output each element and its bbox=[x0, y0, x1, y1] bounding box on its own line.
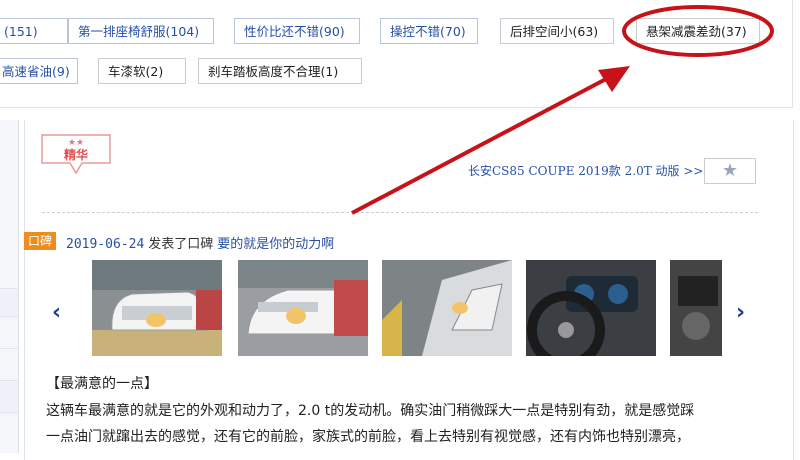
car-model-link[interactable]: 长安CS85 COUPE 2019款 2.0T 动版 >> bbox=[468, 162, 703, 179]
post-date: 2019-06-24 bbox=[66, 237, 145, 252]
photo-thumbnail-5[interactable] bbox=[670, 260, 722, 356]
tag-value-for-money[interactable]: 性价比还不错(90) bbox=[234, 18, 360, 44]
carousel-prev-button[interactable]: ‹ bbox=[52, 300, 61, 325]
review-tag-panel: (151) 第一排座椅舒服(104) 性价比还不错(90) 操控不错(70) 后… bbox=[0, 0, 793, 108]
photo-thumbnail-3[interactable] bbox=[382, 260, 512, 356]
divider bbox=[42, 212, 758, 213]
review-body-line-2: 一点油门就蹿出去的感觉，还有它的前脸，家族式的前脸，看上去特别有视觉感，还有内饰… bbox=[46, 429, 690, 445]
photo-thumbnail-2[interactable] bbox=[238, 260, 368, 356]
photo-thumbnail-1[interactable] bbox=[92, 260, 222, 356]
tag-suspension-poor[interactable]: 悬架减震差劲(37) bbox=[636, 18, 760, 44]
tag-highway-fuel-saving[interactable]: 高速省油(9) bbox=[0, 58, 78, 84]
post-header: 2019-06-24 发表了口碑 要的就是你的动力啊 bbox=[66, 233, 334, 252]
star-icon: ★ bbox=[721, 160, 739, 181]
favorite-button[interactable]: ★ bbox=[704, 158, 756, 184]
review-type-badge: 口碑 bbox=[24, 232, 56, 250]
tag-handling-good[interactable]: 操控不错(70) bbox=[380, 18, 478, 44]
carousel-next-button[interactable]: › bbox=[736, 300, 745, 325]
tag-soft-paint[interactable]: 车漆软(2) bbox=[98, 58, 186, 84]
tag-truncated[interactable]: (151) bbox=[0, 18, 68, 44]
chevron-right-icon: › bbox=[736, 300, 746, 325]
tag-brake-pedal-height[interactable]: 刹车踏板高度不合理(1) bbox=[198, 58, 362, 84]
post-action: 发表了口碑 bbox=[148, 237, 214, 252]
badge-text: 精华 bbox=[64, 147, 88, 162]
photo-thumbnail-4[interactable] bbox=[526, 260, 656, 356]
review-body-line-1: 这辆车最满意的就是它的外观和动力了，2.0 t的发动机。确实油门稍微踩大一点是特… bbox=[46, 403, 695, 419]
tag-rear-space-small[interactable]: 后排空间小(63) bbox=[500, 18, 614, 44]
post-title-link[interactable]: 要的就是你的动力啊 bbox=[217, 237, 334, 252]
left-sidebar-strip bbox=[0, 120, 19, 453]
section-title-most-satisfied: 【最满意的一点】 bbox=[46, 376, 158, 392]
essence-badge: ★★ 精华 bbox=[41, 134, 111, 175]
tag-front-seat-comfort[interactable]: 第一排座椅舒服(104) bbox=[68, 18, 214, 44]
chevron-left-icon: ‹ bbox=[52, 300, 62, 325]
badge-stars: ★★ bbox=[68, 138, 84, 148]
